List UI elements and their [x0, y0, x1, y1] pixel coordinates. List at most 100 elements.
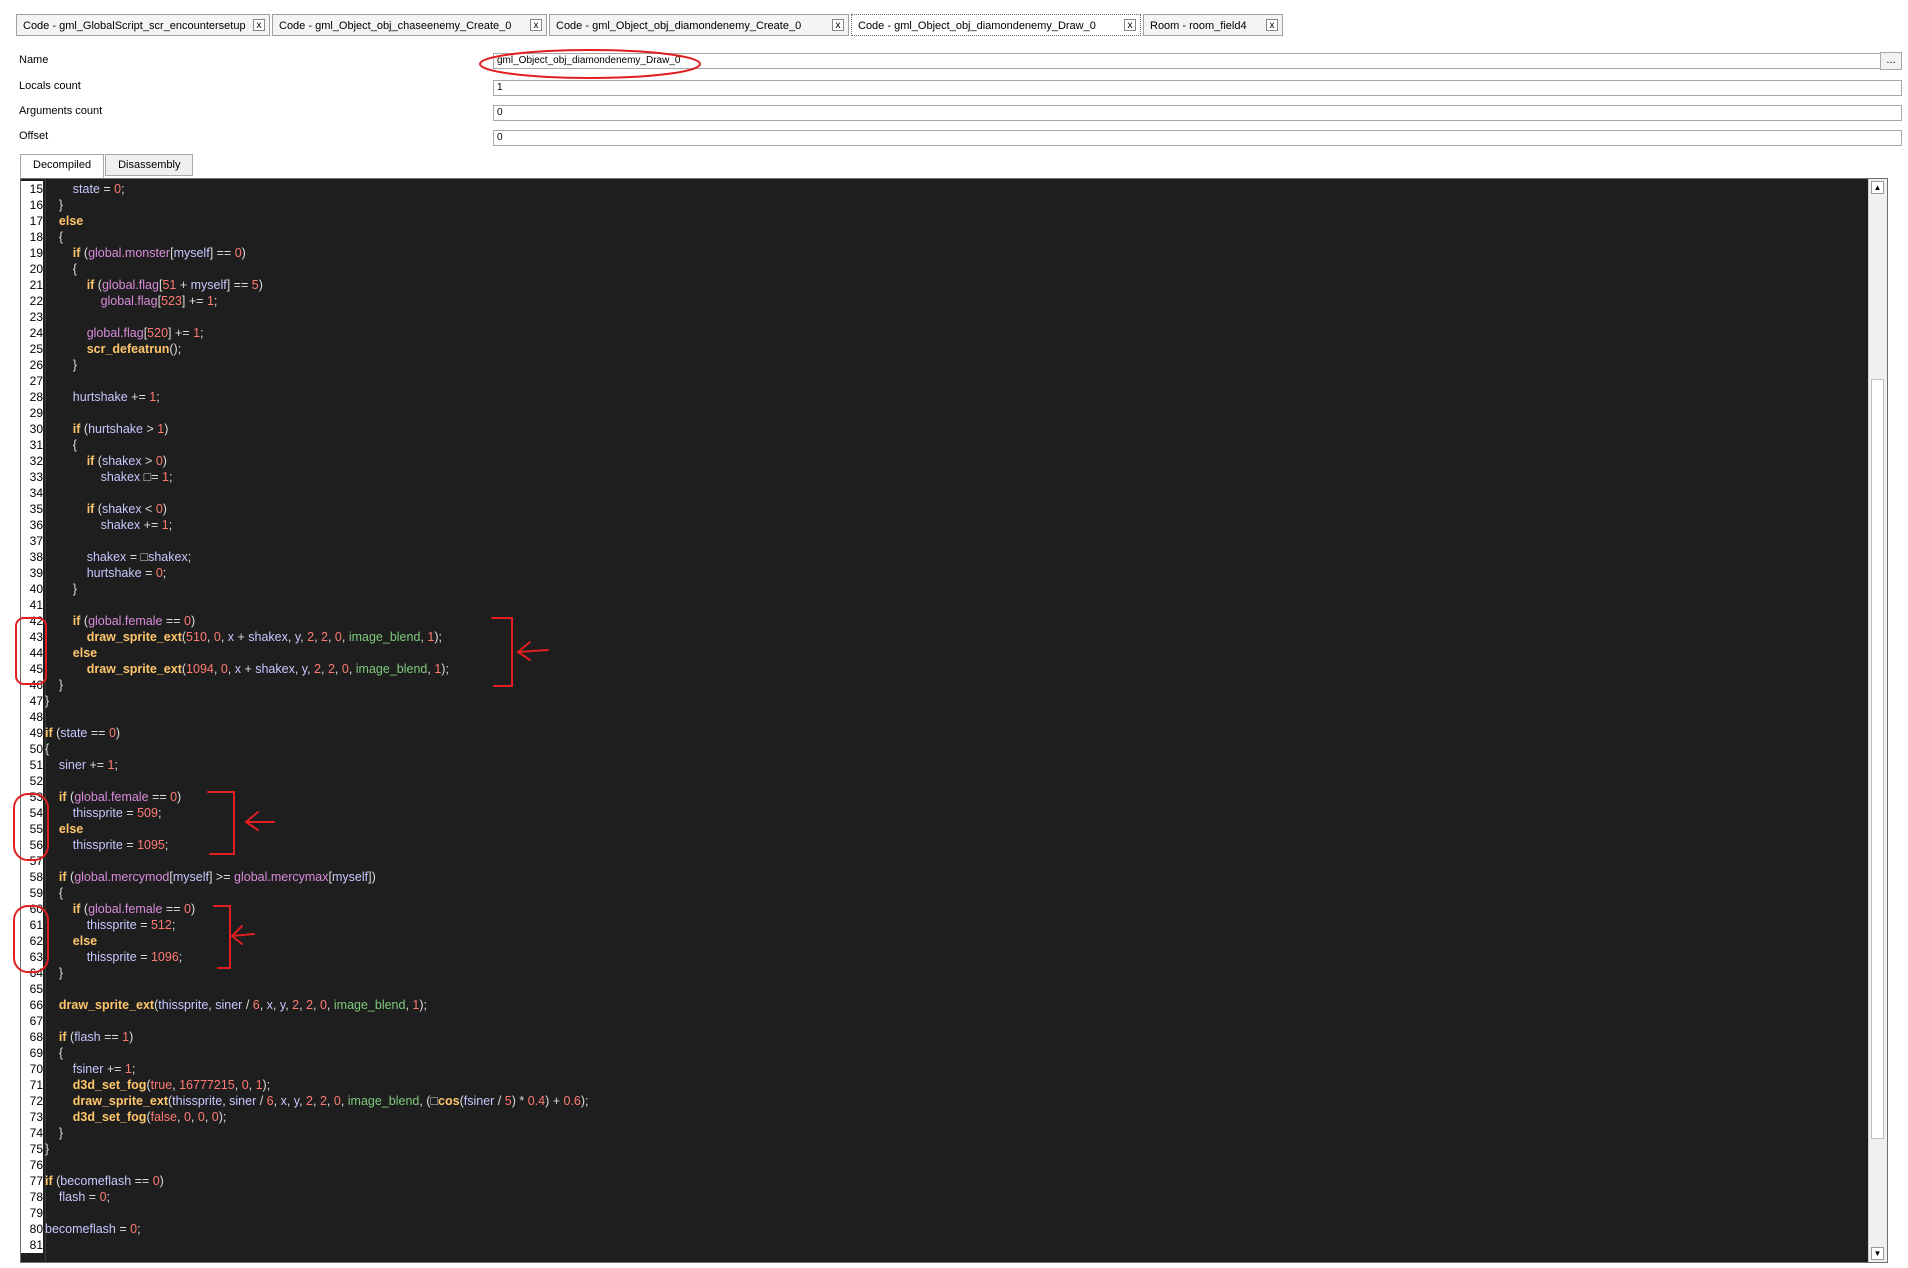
- code-line[interactable]: 30 if (hurtshake > 1): [21, 421, 1887, 437]
- code-line[interactable]: 74 }: [21, 1125, 1887, 1141]
- close-icon[interactable]: x: [1266, 19, 1278, 31]
- code-line[interactable]: 26 }: [21, 357, 1887, 373]
- code-line[interactable]: 69 {: [21, 1045, 1887, 1061]
- code-line[interactable]: 81: [21, 1237, 1887, 1253]
- code-line[interactable]: 18 {: [21, 229, 1887, 245]
- code-line[interactable]: 39 hurtshake = 0;: [21, 565, 1887, 581]
- code-line[interactable]: 65: [21, 981, 1887, 997]
- code-line[interactable]: 36 shakex += 1;: [21, 517, 1887, 533]
- code-editor[interactable]: 15 state = 0; 16 } 17 else 18 {19 if (globa…: [20, 178, 1888, 1263]
- code-line[interactable]: 78 flash = 0;: [21, 1189, 1887, 1205]
- browse-button[interactable]: ...: [1880, 52, 1902, 70]
- tab-document-2[interactable]: Code - gml_Object_obj_chaseenemy_Create_…: [272, 14, 547, 36]
- code-line[interactable]: 75}: [21, 1141, 1887, 1157]
- code-line[interactable]: 73 d3d_set_fog(false, 0, 0, 0);: [21, 1109, 1887, 1125]
- tab-document-1[interactable]: Code - gml_GlobalScript_scr_encounterset…: [16, 14, 270, 36]
- code-line[interactable]: 24 global.flag[520] += 1;: [21, 325, 1887, 341]
- code-line[interactable]: 66 draw_sprite_ext(thissprite, siner / 6…: [21, 997, 1887, 1013]
- code-line[interactable]: 20 {: [21, 261, 1887, 277]
- code-line[interactable]: 35 if (shakex < 0): [21, 501, 1887, 517]
- code-line[interactable]: 25 scr_defeatrun();: [21, 341, 1887, 357]
- code-line[interactable]: 76: [21, 1157, 1887, 1173]
- code-line[interactable]: 32 if (shakex > 0): [21, 453, 1887, 469]
- code-line[interactable]: 21 if (global.flag[51 + myself] == 5): [21, 277, 1887, 293]
- code-line[interactable]: 59 {: [21, 885, 1887, 901]
- line-text: else: [72, 646, 98, 660]
- line-text: draw_sprite_ext(thissprite, siner / 6, x…: [58, 998, 428, 1012]
- code-line[interactable]: 72 draw_sprite_ext(thissprite, siner / 6…: [21, 1093, 1887, 1109]
- code-text[interactable]: 15 state = 0; 16 } 17 else 18 {19 if (globa…: [21, 181, 1887, 1253]
- code-line[interactable]: 31 {: [21, 437, 1887, 453]
- code-line[interactable]: 15 state = 0;: [21, 181, 1887, 197]
- code-line[interactable]: 19 if (global.monster[myself] == 0): [21, 245, 1887, 261]
- code-line[interactable]: 27: [21, 373, 1887, 389]
- code-line[interactable]: 29: [21, 405, 1887, 421]
- code-line[interactable]: 77 if (becomeflash == 0): [21, 1173, 1887, 1189]
- line-text: {: [45, 230, 64, 244]
- code-line[interactable]: 79: [21, 1205, 1887, 1221]
- code-line[interactable]: 47}: [21, 693, 1887, 709]
- close-icon[interactable]: x: [1124, 19, 1136, 31]
- code-line[interactable]: 23: [21, 309, 1887, 325]
- line-number: 44: [21, 645, 43, 661]
- code-line[interactable]: 48: [21, 709, 1887, 725]
- close-icon[interactable]: x: [253, 19, 265, 31]
- vertical-scrollbar[interactable]: ▲ ▼: [1868, 179, 1887, 1262]
- code-line[interactable]: 34: [21, 485, 1887, 501]
- code-line[interactable]: 49 if (state == 0): [21, 725, 1887, 741]
- code-line[interactable]: 53 if (global.female == 0): [21, 789, 1887, 805]
- code-line[interactable]: 71 d3d_set_fog(true, 16777215, 0, 1);: [21, 1077, 1887, 1093]
- name-field[interactable]: gml_Object_obj_diamondenemy_Draw_0: [493, 53, 1902, 69]
- close-icon[interactable]: x: [530, 19, 542, 31]
- scrollbar-thumb[interactable]: [1871, 379, 1884, 1139]
- line-number: 66: [21, 997, 43, 1013]
- code-line[interactable]: 55 else: [21, 821, 1887, 837]
- code-line[interactable]: 44 else: [21, 645, 1887, 661]
- code-line[interactable]: 70 fsiner += 1;: [21, 1061, 1887, 1077]
- arguments-count-field[interactable]: 0: [493, 105, 1902, 121]
- scroll-up-icon[interactable]: ▲: [1871, 181, 1884, 194]
- code-line[interactable]: 61 thissprite = 512;: [21, 917, 1887, 933]
- line-text: if (global.mercymod[myself] >= global.me…: [58, 870, 376, 884]
- locals-count-field[interactable]: 1: [493, 80, 1902, 96]
- line-number: 54: [21, 805, 43, 821]
- tab-document-5[interactable]: Room - room_field4 x: [1143, 14, 1283, 36]
- code-line[interactable]: 50{: [21, 741, 1887, 757]
- code-line[interactable]: 43 draw_sprite_ext(510, 0, x + shakex, y…: [21, 629, 1887, 645]
- code-line[interactable]: 22 global.flag[523] += 1;: [21, 293, 1887, 309]
- code-line[interactable]: 51 siner += 1;: [21, 757, 1887, 773]
- code-line[interactable]: 80 becomeflash = 0;: [21, 1221, 1887, 1237]
- code-line[interactable]: 54 thissprite = 509;: [21, 805, 1887, 821]
- tab-document-3[interactable]: Code - gml_Object_obj_diamondenemy_Creat…: [549, 14, 849, 36]
- code-line[interactable]: 57: [21, 853, 1887, 869]
- code-line[interactable]: 33 shakex □= 1;: [21, 469, 1887, 485]
- code-line[interactable]: 16 }: [21, 197, 1887, 213]
- code-line[interactable]: 42 if (global.female == 0): [21, 613, 1887, 629]
- tab-decompiled[interactable]: Decompiled: [20, 154, 105, 178]
- tab-document-4[interactable]: Code - gml_Object_obj_diamondenemy_Draw_…: [851, 14, 1141, 36]
- code-line[interactable]: 52: [21, 773, 1887, 789]
- code-line[interactable]: 64 }: [21, 965, 1887, 981]
- offset-field[interactable]: 0: [493, 130, 1902, 146]
- code-line[interactable]: 67: [21, 1013, 1887, 1029]
- code-line[interactable]: 40 }: [21, 581, 1887, 597]
- close-icon[interactable]: x: [832, 19, 844, 31]
- line-number: 38: [21, 549, 43, 565]
- code-line[interactable]: 46 }: [21, 677, 1887, 693]
- code-line[interactable]: 56 thissprite = 1095;: [21, 837, 1887, 853]
- line-text: if (global.flag[51 + myself] == 5): [86, 278, 263, 292]
- code-line[interactable]: 60 if (global.female == 0): [21, 901, 1887, 917]
- code-line[interactable]: 68 if (flash == 1): [21, 1029, 1887, 1045]
- code-line[interactable]: 41: [21, 597, 1887, 613]
- code-line[interactable]: 62 else: [21, 933, 1887, 949]
- code-line[interactable]: 28 hurtshake += 1;: [21, 389, 1887, 405]
- code-line[interactable]: 37: [21, 533, 1887, 549]
- code-line[interactable]: 17 else: [21, 213, 1887, 229]
- code-line[interactable]: 63 thissprite = 1096;: [21, 949, 1887, 965]
- scroll-down-icon[interactable]: ▼: [1871, 1247, 1884, 1260]
- code-line[interactable]: 38 shakex = □shakex;: [21, 549, 1887, 565]
- code-line[interactable]: 45 draw_sprite_ext(1094, 0, x + shakex, …: [21, 661, 1887, 677]
- tab-label: Code - gml_Object_obj_chaseenemy_Create_…: [279, 20, 512, 32]
- tab-disassembly[interactable]: Disassembly: [105, 154, 194, 176]
- code-line[interactable]: 58 if (global.mercymod[myself] >= global…: [21, 869, 1887, 885]
